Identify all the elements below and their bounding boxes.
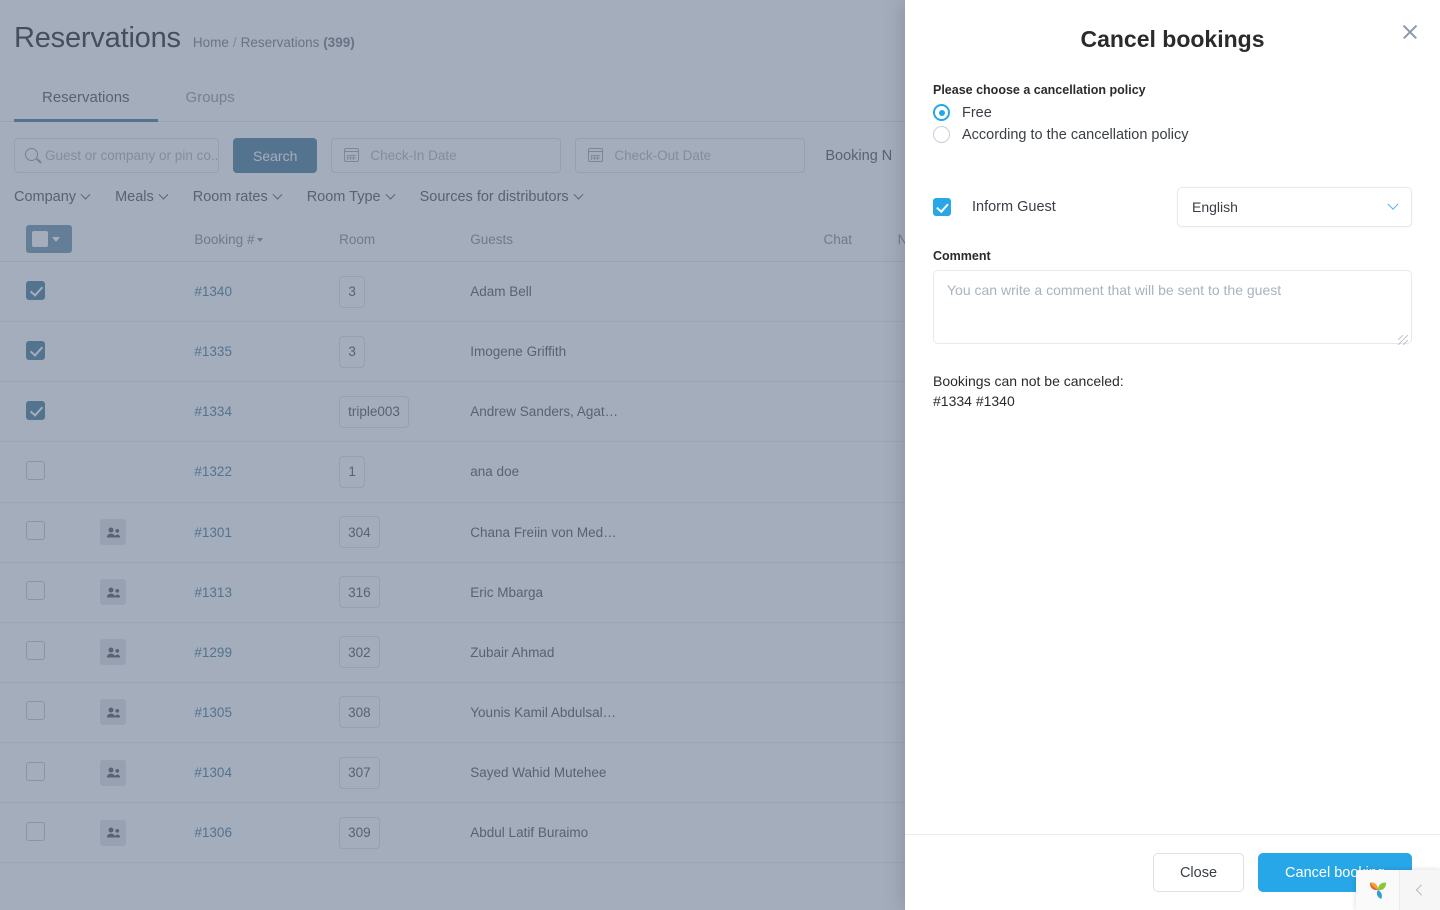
not-cancelable-label: Bookings can not be canceled: [933, 373, 1124, 389]
chat-widget-collapse-button[interactable] [1400, 870, 1440, 910]
radio-according-to-policy-label: According to the cancellation policy [962, 126, 1189, 143]
cancel-bookings-modal: Cancel bookings Please choose a cancella… [905, 0, 1440, 910]
policy-option-free[interactable]: Free [933, 104, 1412, 121]
not-cancelable-ids: #1334 #1340 [933, 393, 1015, 410]
inform-guest-checkbox[interactable] [933, 198, 951, 216]
close-button[interactable]: Close [1152, 853, 1245, 892]
radio-free-label: Free [962, 104, 992, 121]
chat-widget-logo-icon[interactable] [1356, 870, 1400, 910]
policy-option-according[interactable]: According to the cancellation policy [933, 126, 1412, 143]
comment-wrapper [933, 270, 1412, 349]
language-select-value: English [1192, 199, 1238, 215]
cancellation-policy-label: Please choose a cancellation policy [933, 83, 1146, 97]
not-cancelable-notice: Bookings can not be canceled: #1334 #134… [933, 371, 1412, 412]
modal-header: Cancel bookings [905, 0, 1440, 53]
modal-title: Cancel bookings [1080, 26, 1265, 52]
chat-widget [1356, 870, 1440, 910]
chevron-down-icon [1387, 198, 1399, 210]
comment-label: Comment [933, 249, 991, 263]
comment-input[interactable] [933, 270, 1412, 344]
chevron-left-icon [1415, 884, 1428, 896]
radio-free[interactable] [933, 104, 950, 121]
inform-guest-row: Inform Guest English [933, 187, 1412, 227]
inform-guest-label: Inform Guest [972, 199, 1056, 215]
close-icon[interactable] [1398, 20, 1422, 44]
modal-body: Please choose a cancellation policy Free… [905, 53, 1440, 834]
language-select[interactable]: English [1177, 187, 1412, 227]
radio-according-to-policy[interactable] [933, 126, 950, 143]
